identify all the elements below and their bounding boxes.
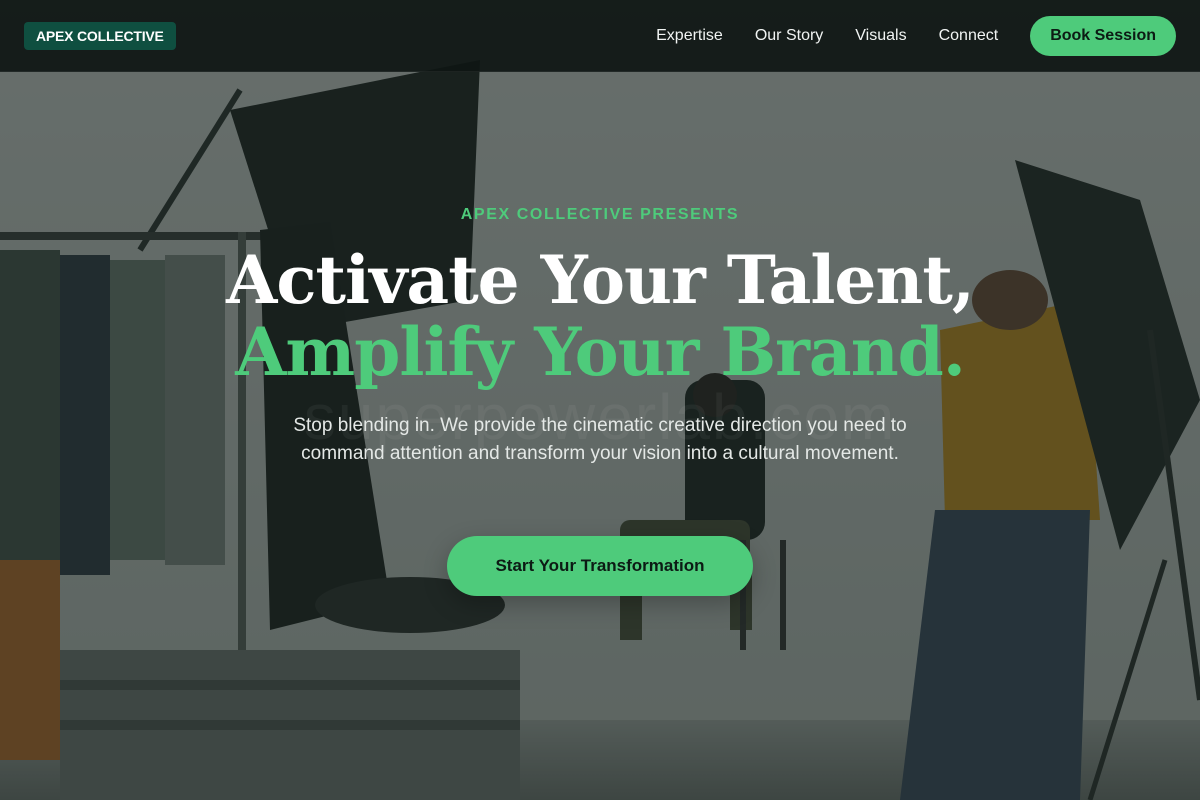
headline-line-2: Amplify Your Brand. — [235, 313, 966, 391]
nav-link-expertise[interactable]: Expertise — [656, 27, 723, 45]
nav-link-connect[interactable]: Connect — [939, 27, 999, 45]
headline-line-1: Activate Your Talent, — [226, 241, 975, 319]
hero-eyebrow: APEX COLLECTIVE PRESENTS — [460, 206, 740, 223]
nav-link-our-story[interactable]: Our Story — [755, 27, 823, 45]
nav-links: Expertise Our Story Visuals Connect Book… — [656, 16, 1176, 56]
book-session-button[interactable]: Book Session — [1030, 16, 1176, 56]
brand-logo[interactable]: APEX COLLECTIVE — [24, 22, 176, 50]
hero-headline: Activate Your Talent, Amplify Your Brand… — [0, 244, 1200, 388]
hero-subtitle: Stop blending in. We provide the cinemat… — [293, 415, 907, 464]
navbar: APEX COLLECTIVE Expertise Our Story Visu… — [0, 0, 1200, 72]
page: APEX COLLECTIVE Expertise Our Story Visu… — [0, 0, 1200, 800]
start-transformation-button[interactable]: Start Your Transformation — [447, 536, 753, 596]
nav-link-visuals[interactable]: Visuals — [855, 27, 906, 45]
